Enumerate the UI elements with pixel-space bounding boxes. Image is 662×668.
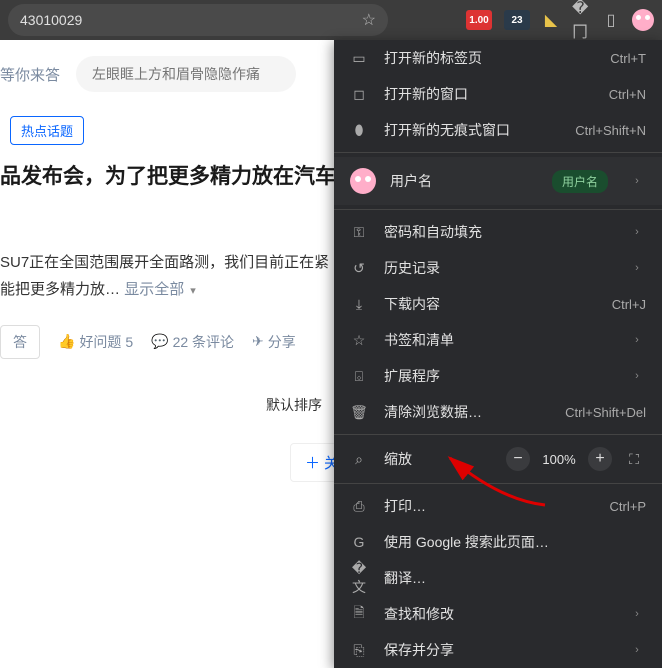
menu-find-edit[interactable]: 🗎 查找和修改 ›: [334, 596, 662, 632]
menu-google-search[interactable]: G 使用 Google 搜索此页面…: [334, 524, 662, 560]
chevron-right-icon: ›: [628, 370, 646, 382]
window-icon: ◻: [350, 86, 368, 103]
menu-bookmarks[interactable]: ☆ 书签和清单 ›: [334, 322, 662, 358]
show-all-link[interactable]: 显示全部▾: [124, 281, 196, 298]
google-icon: G: [350, 534, 368, 550]
menu-history[interactable]: ↺ 历史记录 ›: [334, 250, 662, 286]
address-bar[interactable]: 43010029 ☆: [8, 4, 388, 36]
printer-icon: ⎙: [350, 498, 368, 515]
body-line-2: 能把更多精力放…: [0, 281, 120, 298]
star-icon[interactable]: ☆: [362, 10, 376, 30]
menu-downloads[interactable]: ⤓ 下载内容 Ctrl+J: [334, 286, 662, 322]
menu-passwords[interactable]: ⚿ 密码和自动填充 ›: [334, 214, 662, 250]
user-badge: 用户名: [552, 170, 608, 193]
browser-toolbar: 43010029 ☆ 1.00 23 ◣ �冂 ▯: [0, 0, 662, 40]
side-panel-icon[interactable]: ▯: [602, 11, 620, 29]
fullscreen-icon[interactable]: ⛶: [622, 447, 646, 471]
menu-zoom: ⌕ 缩放 − 100% + ⛶: [334, 439, 662, 479]
comments-button[interactable]: 💬22 条评论: [151, 332, 234, 352]
thumb-up-icon: 👍: [58, 333, 75, 350]
history-icon: ↺: [350, 260, 368, 277]
menu-user-row[interactable]: 用户名 用户名 ›: [334, 157, 662, 205]
save-share-icon: ⎘: [350, 642, 368, 659]
translate-icon: �文: [350, 560, 368, 597]
magnifier-icon: ⌕: [350, 451, 368, 468]
chevron-right-icon: ›: [628, 644, 646, 656]
menu-print[interactable]: ⎙ 打印… Ctrl+P: [334, 488, 662, 524]
zoom-value: 100%: [540, 452, 578, 467]
search-input[interactable]: [76, 56, 296, 92]
zoom-out-button[interactable]: −: [506, 447, 530, 471]
chevron-right-icon: ›: [628, 608, 646, 620]
chevron-right-icon: ›: [628, 175, 646, 187]
menu-clear-data[interactable]: 🗑 清除浏览数据… Ctrl+Shift+Del: [334, 394, 662, 430]
profile-avatar-icon[interactable]: [632, 9, 654, 31]
waiting-answer-link[interactable]: 等你来答: [0, 64, 60, 85]
menu-separator: [334, 483, 662, 484]
good-question-button[interactable]: 👍好问题 5: [58, 332, 133, 352]
extension-badge-1[interactable]: 1.00: [466, 10, 492, 30]
incognito-icon: ⬮: [350, 122, 368, 139]
download-icon: ⤓: [350, 296, 368, 313]
menu-extensions[interactable]: ⌺ 扩展程序 ›: [334, 358, 662, 394]
answer-button[interactable]: 答: [0, 325, 40, 359]
user-avatar-icon: [350, 168, 376, 194]
menu-separator: [334, 152, 662, 153]
comment-icon: 💬: [151, 333, 168, 350]
body-line-1: SU7正在全国范围展开全面路测，我们目前正在紧: [0, 254, 329, 271]
menu-new-tab[interactable]: ▭ 打开新的标签页 Ctrl+T: [334, 40, 662, 76]
tab-icon: ▭: [350, 50, 368, 67]
plus-icon: ＋: [305, 452, 320, 473]
zoom-in-button[interactable]: +: [588, 447, 612, 471]
key-icon: ⚿: [350, 224, 368, 241]
chevron-right-icon: ›: [628, 262, 646, 274]
menu-new-window[interactable]: ◻ 打开新的窗口 Ctrl+N: [334, 76, 662, 112]
puzzle-icon: ⌺: [350, 368, 368, 385]
menu-translate[interactable]: �文 翻译…: [334, 560, 662, 596]
extension-badge-2[interactable]: 23: [504, 10, 530, 30]
browser-menu: ▭ 打开新的标签页 Ctrl+T ◻ 打开新的窗口 Ctrl+N ⬮ 打开新的无…: [334, 40, 662, 668]
chevron-right-icon: ›: [628, 334, 646, 346]
document-search-icon: 🗎: [350, 602, 368, 626]
bookmark-star-icon: ☆: [350, 332, 368, 349]
menu-separator: [334, 434, 662, 435]
chevron-down-icon: ▾: [190, 285, 196, 297]
extension-cat-icon[interactable]: ◣: [542, 11, 560, 29]
share-button[interactable]: ✈分享: [252, 332, 296, 352]
chevron-right-icon: ›: [628, 226, 646, 238]
menu-incognito[interactable]: ⬮ 打开新的无痕式窗口 Ctrl+Shift+N: [334, 112, 662, 148]
menu-save-share[interactable]: ⎘ 保存并分享 ›: [334, 632, 662, 668]
menu-separator: [334, 209, 662, 210]
url-text: 43010029: [20, 12, 362, 28]
extensions-puzzle-icon[interactable]: �冂: [572, 11, 590, 29]
hot-topic-tag[interactable]: 热点话题: [10, 116, 84, 145]
trash-icon: 🗑: [350, 404, 368, 421]
share-icon: ✈: [252, 333, 264, 350]
